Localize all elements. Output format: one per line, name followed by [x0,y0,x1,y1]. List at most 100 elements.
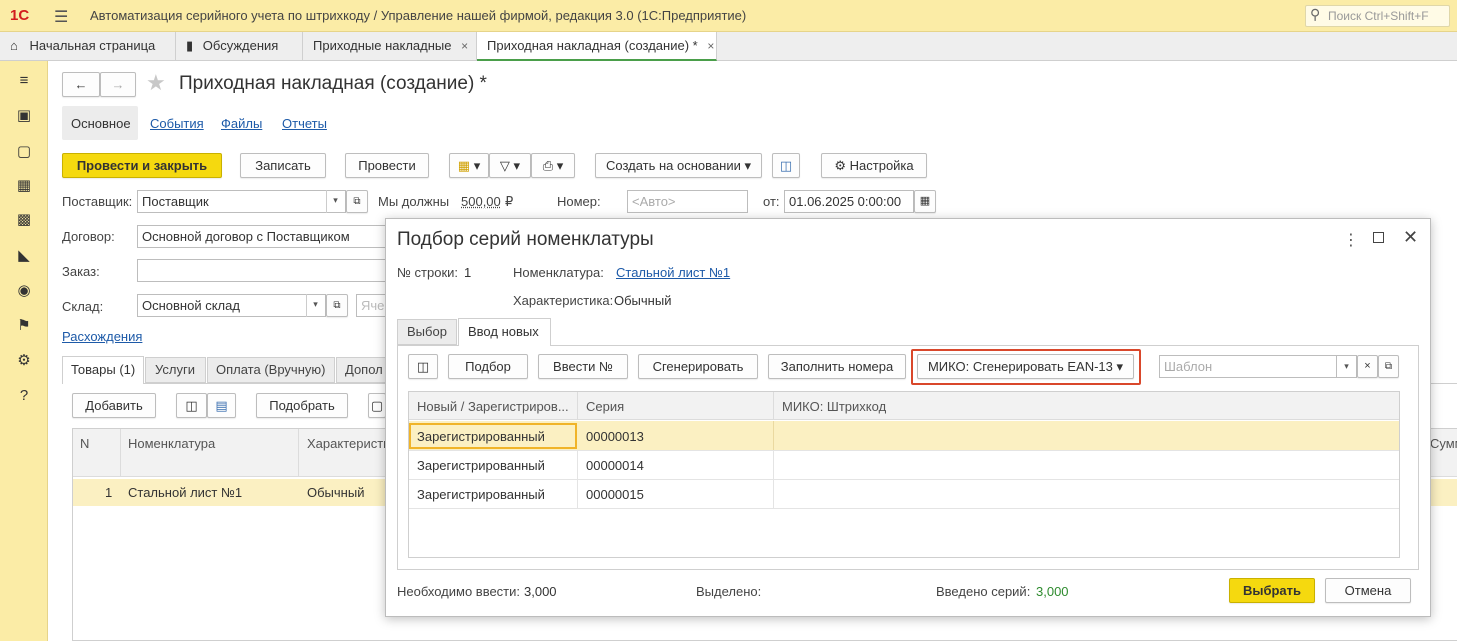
pick-button[interactable]: Подбор [448,354,528,379]
nav-link-events[interactable]: События [150,116,204,131]
selected-label: Выделено: [696,584,762,599]
entered-series-label: Введено серий: [936,584,1031,599]
filter-icon: ▽ [499,158,510,173]
template-input[interactable]: Шаблон [1159,355,1337,378]
number-field[interactable]: <Авто> [627,190,748,213]
row-series: 00000014 [586,458,644,473]
characteristic-label: Характеристика: [513,293,614,308]
col-header-status[interactable]: Новый / Зарегистриров... [417,399,569,414]
app-title: Автоматизация серийного учета по штрихко… [90,8,747,23]
copy-icon[interactable]: ▢ [368,393,386,418]
scanner-icon[interactable]: ▤ [207,393,236,418]
tab-home[interactable]: ⌂ Начальная страница [0,32,176,61]
enter-number-button[interactable]: Ввести № [538,354,628,379]
add-row-button[interactable]: Добавить [72,393,156,418]
discrepancies-link[interactable]: Расхождения [62,329,142,344]
row-series: 00000015 [586,487,644,502]
date-field[interactable]: 01.06.2025 0:00:00 [784,190,914,213]
select-button[interactable]: Выбрать [1229,578,1315,603]
supplier-field[interactable]: Поставщик [137,190,346,213]
clear-icon[interactable]: × [1357,355,1378,378]
row-status: Зарегистрированный [417,429,545,444]
open-icon[interactable]: ⧉ [346,190,368,213]
search-placeholder: Поиск Ctrl+Shift+F [1328,9,1429,23]
column-divider [298,429,299,477]
maximize-icon[interactable] [1373,232,1384,243]
table-row[interactable] [409,451,1399,479]
nomenclature-label: Номенклатура: [513,265,604,280]
help-icon[interactable]: ? [14,386,34,406]
pick-goods-button[interactable]: Подобрать [256,393,348,418]
tab-invoices-list[interactable]: Приходные накладные × [303,32,477,61]
col-header-characteristic[interactable]: Характеристи [307,436,390,451]
col-header-series[interactable]: Серия [586,399,624,414]
grid-icon[interactable]: ▩ [14,210,34,230]
characteristic-value: Обычный [614,293,672,308]
barcode-icon[interactable]: ◫ [176,393,207,418]
flag-icon[interactable]: ⚑ [14,316,34,336]
tab-invoice-create[interactable]: Приходная накладная (создание) * × [477,32,717,61]
structure-icon[interactable]: ◫ [772,153,800,178]
column-divider [577,392,578,420]
search-icon: ⚲ [1310,6,1321,22]
open-icon[interactable]: ⧉ [326,294,348,317]
row-divider [409,508,1399,509]
close-icon[interactable]: ✕ [1403,227,1418,248]
generate-button[interactable]: Сгенерировать [638,354,758,379]
document-title: Приходная накладная (создание) * [179,73,487,94]
print-forms-button[interactable]: ▦ ▾ [449,153,489,178]
document-icon: ▦ [457,158,471,173]
contacts-icon[interactable]: ▣ [14,106,34,126]
nomenclature-link[interactable]: Стальной лист №1 [616,265,730,280]
chevron-down-icon[interactable]: ▾ [1337,355,1357,378]
fill-numbers-button[interactable]: Заполнить номера [768,354,906,379]
tab-discussions[interactable]: ▮ Обсуждения [176,32,303,61]
post-button[interactable]: Провести [345,153,429,178]
miko-generate-ean13-button[interactable]: МИКО: Сгенерировать EAN-13 ▾ [917,354,1134,379]
col-header-barcode[interactable]: МИКО: Штрихкод [782,399,886,414]
col-header-nomenclature[interactable]: Номенклатура [128,436,215,451]
basket-icon[interactable]: ▢ [14,142,34,162]
create-based-on-button[interactable]: Создать на основании ▾ [595,153,762,178]
chat-icon: ▮ [186,38,194,53]
factory-icon[interactable]: ◣ [14,246,34,266]
col-header-sum[interactable]: Сумм [1430,436,1457,451]
favorite-star-icon[interactable]: ★ [146,70,166,96]
we-owe-label: Мы должны [378,194,450,209]
column-divider [773,421,774,450]
table-row[interactable] [409,480,1399,508]
nav-link-reports[interactable]: Отчеты [282,116,327,131]
main-menu-icon[interactable]: ☰ [54,7,68,27]
forward-button[interactable]: → [100,72,136,97]
contract-field[interactable]: Основной договор с Поставщиком [137,225,387,248]
close-icon[interactable]: × [461,39,468,53]
col-header-n[interactable]: N [80,436,89,451]
menu-list-icon[interactable]: ≡ [14,71,34,91]
cancel-button[interactable]: Отмена [1325,578,1411,603]
ruble-icon[interactable]: ◉ [14,281,34,301]
we-owe-amount[interactable]: 500,00 [461,194,501,209]
cart-icon[interactable]: ▦ [14,176,34,196]
chevron-down-icon[interactable]: ▾ [306,294,324,317]
contract-label: Договор: [62,229,115,244]
app-logo[interactable]: 1С [10,7,29,24]
subtab-extra-label: Допол [345,362,383,377]
calendar-icon[interactable]: ▦ [914,190,936,213]
cell-field[interactable]: Яче [356,294,386,317]
warehouse-field[interactable]: Основной склад [137,294,326,317]
gear-icon[interactable]: ⚙ [14,351,34,371]
nav-link-files[interactable]: Файлы [221,116,262,131]
back-button[interactable]: ← [62,72,100,97]
settings-button[interactable]: ⚙ Настройка [821,153,927,178]
open-icon[interactable]: ⧉ [1378,355,1399,378]
print-button[interactable]: ⎙ ▾ [531,153,575,178]
close-icon[interactable]: × [707,39,714,53]
order-field[interactable] [137,259,387,282]
chevron-down-icon[interactable]: ▾ [326,190,344,213]
save-button[interactable]: Записать [240,153,326,178]
tab-select-label: Выбор [407,324,447,339]
filter-button[interactable]: ▽ ▾ [489,153,531,178]
more-options-icon[interactable]: ⋮ [1343,230,1359,250]
barcode-icon[interactable]: ◫ [408,354,438,379]
post-and-close-button[interactable]: Провести и закрыть [62,153,222,178]
